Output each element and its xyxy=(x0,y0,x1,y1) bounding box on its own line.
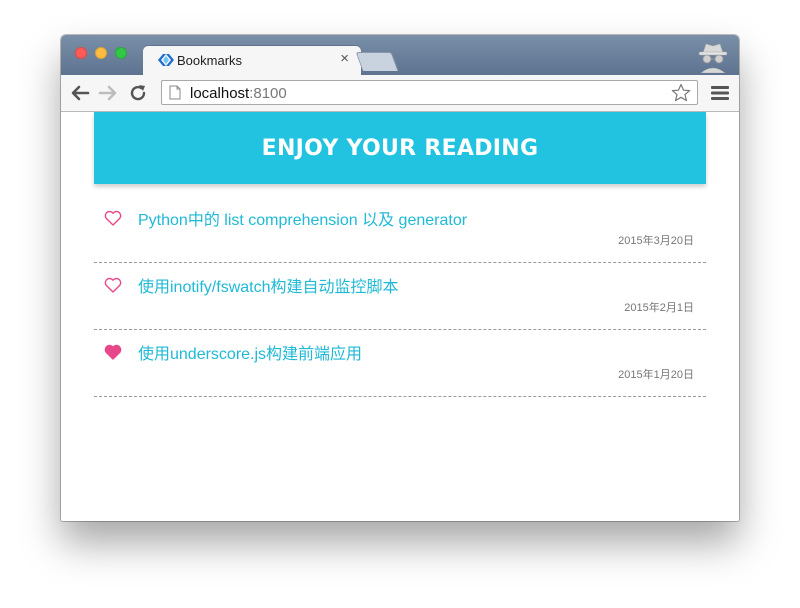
forward-arrow-icon[interactable] xyxy=(97,82,119,104)
browser-toolbar: localhost:8100 xyxy=(61,75,739,112)
window-maximize-button[interactable] xyxy=(115,47,127,59)
list-item: 使用inotify/fswatch构建自动监控脚本 2015年2月1日 xyxy=(94,263,706,330)
header-banner: ENJOY YOUR READING xyxy=(94,112,706,184)
back-arrow-icon[interactable] xyxy=(69,82,91,104)
menu-icon[interactable] xyxy=(711,85,729,101)
url-text[interactable]: localhost:8100 xyxy=(190,85,287,102)
heart-outline-icon[interactable] xyxy=(104,277,122,293)
bookmark-list: Python中的 list comprehension 以及 generator… xyxy=(94,196,706,397)
bookmarks-favicon-icon xyxy=(158,54,174,66)
address-bar[interactable]: localhost:8100 xyxy=(161,80,698,105)
list-item: 使用underscore.js构建前端应用 2015年1月20日 xyxy=(94,330,706,397)
window-close-button[interactable] xyxy=(75,47,87,59)
bookmark-date: 2015年3月20日 xyxy=(618,235,694,247)
bookmark-date: 2015年1月20日 xyxy=(618,369,694,381)
page-content: ENJOY YOUR READING Python中的 list compreh… xyxy=(61,112,739,521)
bookmark-link[interactable]: Python中的 list comprehension 以及 generator xyxy=(138,206,467,230)
list-item: Python中的 list comprehension 以及 generator… xyxy=(94,196,706,263)
tab-strip: Bookmarks × xyxy=(61,35,739,76)
window-minimize-button[interactable] xyxy=(95,47,107,59)
bookmark-star-icon[interactable] xyxy=(671,83,691,103)
bookmark-date: 2015年2月1日 xyxy=(624,302,694,314)
page-icon xyxy=(169,85,181,100)
url-host: localhost xyxy=(190,85,250,102)
bookmark-link[interactable]: 使用inotify/fswatch构建自动监控脚本 xyxy=(138,273,399,297)
heart-filled-icon[interactable] xyxy=(104,344,122,360)
new-tab-button[interactable] xyxy=(355,52,399,71)
bookmark-link[interactable]: 使用underscore.js构建前端应用 xyxy=(138,340,362,364)
browser-window: Bookmarks × localhost:8100 ENJOY YOUR RE… xyxy=(61,35,739,521)
heart-outline-icon[interactable] xyxy=(104,210,122,226)
tab-close-icon[interactable]: × xyxy=(340,51,349,67)
tab-title: Bookmarks xyxy=(177,53,243,68)
url-port: :8100 xyxy=(249,85,287,102)
incognito-icon xyxy=(698,43,728,73)
tab-bookmarks[interactable]: Bookmarks × xyxy=(143,46,361,76)
reload-icon[interactable] xyxy=(127,82,149,104)
page-title: ENJOY YOUR READING xyxy=(261,135,539,161)
